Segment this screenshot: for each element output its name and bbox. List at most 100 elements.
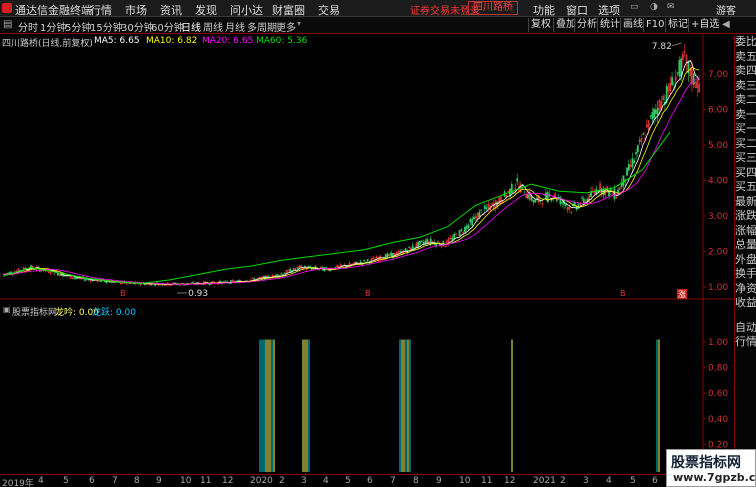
side-tab-12[interactable]: 涨跌 (735, 209, 756, 224)
side-tab-14[interactable]: 总量 (735, 238, 756, 253)
date-label-12: 3 (301, 476, 307, 486)
collapse-icon[interactable]: ◀ (722, 19, 730, 30)
ind-label-2: 0.60 (708, 389, 728, 399)
f10-button[interactable]: F10 (643, 18, 666, 32)
date-axis: 2019年 4 5 6 7 8 9 10 11 12 2020 2 3 4 5 6 7 8 9 10 11 12 2021 2… (0, 474, 733, 487)
draw-button[interactable]: 画线 (620, 18, 645, 32)
candle-body (581, 197, 583, 199)
side-tab-18[interactable]: 收益 (735, 296, 756, 311)
side-tab-2[interactable]: 卖四 (735, 64, 756, 79)
candle-body (649, 115, 652, 117)
side-tab-1[interactable]: 卖五 (735, 50, 756, 65)
fuquan-button[interactable]: 复权 (528, 18, 553, 32)
tab-more[interactable]: 更多 (276, 19, 296, 34)
side-tab-10[interactable]: 买五 (735, 180, 756, 195)
side-tab-4[interactable]: 卖二 (735, 93, 756, 108)
rise-marker: 涨 (678, 289, 686, 299)
menu-bar: 通达信金融终端 行情 市场 资讯 发现 问小达 财富圈 交易 证券交易未登录 四… (0, 0, 756, 17)
price-label-4: 3.00 (708, 212, 728, 222)
candle-body (84, 278, 86, 281)
app-window: 通达信金融终端 行情 市场 资讯 发现 问小达 财富圈 交易 证券交易未登录 四… (0, 0, 756, 487)
tab-5min[interactable]: 5分钟 (65, 19, 91, 34)
indicator-chart[interactable]: 1.000.800.600.400.20 (0, 300, 734, 474)
add-favorite-button[interactable]: +自选 (688, 18, 721, 32)
menu-item-jiaoyi[interactable]: 交易 (318, 2, 340, 18)
b-marker-0: B (120, 289, 126, 298)
candle-body (680, 58, 682, 77)
analysis-button[interactable]: 分析 (574, 18, 599, 32)
date-label-20: 11 (481, 476, 493, 486)
date-label-23: 2 (560, 476, 566, 486)
ad-icon[interactable]: ✉ (667, 2, 675, 12)
toolbar-menu-icon[interactable]: ▤ (3, 19, 12, 30)
date-label-17: 8 (413, 476, 419, 486)
tab-60min[interactable]: 60分钟 (151, 19, 184, 34)
side-tab-17[interactable]: 净资 (735, 282, 756, 297)
candle-body (208, 283, 211, 286)
candle-body (283, 272, 286, 275)
price-label-1: 6.00 (708, 106, 728, 116)
candle-body (638, 140, 641, 142)
menu-item-caifuquan[interactable]: 财富圈 (272, 2, 305, 18)
side-tab-extra-0[interactable]: 自动 (735, 321, 756, 336)
candle-body (404, 248, 407, 252)
tab-1min[interactable]: 1分钟 (40, 19, 66, 34)
candle-body (636, 145, 639, 153)
candle-body (622, 175, 625, 186)
side-tab-16[interactable]: 换手 (735, 267, 756, 282)
date-label-1: 4 (38, 476, 44, 486)
menu-item-xuanxiang[interactable]: 选项 (598, 2, 620, 18)
date-label-18: 9 (436, 476, 442, 486)
date-label-25: 4 (606, 476, 612, 486)
menu-item-gongneng[interactable]: 功能 (533, 2, 555, 18)
tab-fenshi[interactable]: 分时 (18, 19, 38, 34)
menu-item-chuangkou[interactable]: 窗口 (566, 2, 588, 18)
menu-item-wenxiaoda[interactable]: 问小达 (230, 2, 263, 18)
candle-body (465, 225, 468, 230)
date-label-8: 11 (200, 476, 212, 486)
side-tab-11[interactable]: 最新 (735, 195, 756, 210)
menu-item-zixun[interactable]: 资讯 (160, 2, 182, 18)
stock-name-pill[interactable]: 四川路桥 (468, 1, 518, 15)
tab-monthly[interactable]: 月线 (225, 19, 245, 34)
candle-body (453, 233, 456, 239)
date-label-4: 7 (112, 476, 118, 486)
candle-body (471, 218, 474, 226)
skin-icon[interactable]: ◑ (650, 2, 658, 12)
candle-body (532, 199, 535, 203)
side-tab-15[interactable]: 外盘 (735, 253, 756, 268)
side-tab-0[interactable]: 委比 (735, 35, 756, 50)
candle-body (651, 112, 654, 120)
side-tab-extra-1[interactable]: 行情 (735, 335, 756, 350)
candle-body (480, 209, 483, 211)
candle-body (282, 273, 284, 276)
menu-item-shichang[interactable]: 市场 (125, 2, 147, 18)
kline-chart[interactable]: 7.006.005.004.003.002.001.007.820.93B B B 涨 (0, 34, 734, 302)
side-tab-9[interactable]: 买四 (735, 166, 756, 181)
user-label[interactable]: 游客 (716, 2, 736, 17)
tab-30min[interactable]: 30分钟 (121, 19, 154, 34)
side-tab-5[interactable]: 卖一 (735, 108, 756, 123)
tab-daily[interactable]: 日线 (181, 19, 201, 34)
date-label-27: 6 (652, 476, 658, 486)
mark-button[interactable]: 标记 (665, 18, 690, 32)
tab-weekly[interactable]: 周线 (203, 19, 223, 34)
candle-body (692, 73, 695, 85)
date-label-26: 5 (630, 476, 636, 486)
side-tab-6[interactable]: 买一 (735, 122, 756, 137)
stats-button[interactable]: 统计 (597, 18, 622, 32)
side-tab-7[interactable]: 买二 (735, 137, 756, 152)
menu-item-hangqing[interactable]: 行情 (90, 2, 112, 18)
price-label-6: 1.00 (708, 283, 728, 293)
side-tab-8[interactable]: 买三 (735, 151, 756, 166)
side-tab-3[interactable]: 卖三 (735, 79, 756, 94)
indicator-settings-icon[interactable]: ▣ (3, 305, 11, 314)
more-chevron-icon[interactable]: ▾ (297, 19, 301, 28)
menu-item-faxian[interactable]: 发现 (195, 2, 217, 18)
tab-multi-period[interactable]: 多周期 (247, 19, 277, 34)
tab-15min[interactable]: 15分钟 (90, 19, 123, 34)
candles-group (3, 44, 700, 287)
restore-icon[interactable]: ▭ (630, 2, 639, 12)
side-tab-13[interactable]: 涨幅 (735, 224, 756, 239)
candle-body (561, 202, 564, 204)
